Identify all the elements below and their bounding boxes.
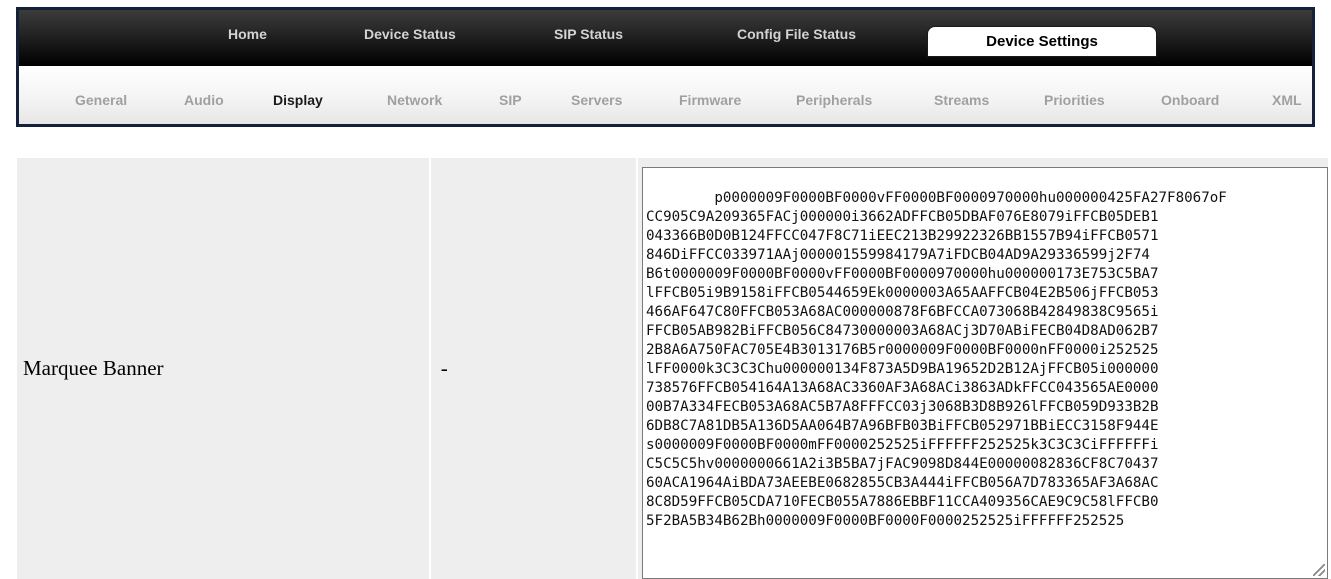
resize-grip-icon[interactable] <box>1313 563 1325 576</box>
tab-sip-status[interactable]: SIP Status <box>554 26 623 42</box>
settings-table: Marquee Banner - p0000009F0000BF0000vFF0… <box>17 158 1328 579</box>
subtab-servers[interactable]: Servers <box>571 92 622 108</box>
subtab-network[interactable]: Network <box>387 92 442 108</box>
table-row: Marquee Banner - p0000009F0000BF0000vFF0… <box>17 158 1328 579</box>
tab-config-file-status[interactable]: Config File Status <box>737 26 856 42</box>
subtab-xml[interactable]: XML <box>1272 92 1302 108</box>
subtab-sip[interactable]: SIP <box>499 92 522 108</box>
subtab-display[interactable]: Display <box>273 92 323 108</box>
subtab-firmware[interactable]: Firmware <box>679 92 741 108</box>
setting-default-value: - <box>430 158 638 579</box>
tab-home[interactable]: Home <box>228 26 267 42</box>
setting-name: Marquee Banner <box>17 158 431 579</box>
subtab-audio[interactable]: Audio <box>184 92 224 108</box>
subtab-general[interactable]: General <box>75 92 127 108</box>
marquee-banner-textarea[interactable]: p0000009F0000BF0000vFF0000BF0000970000hu… <box>642 166 1328 579</box>
tab-device-status[interactable]: Device Status <box>364 26 456 42</box>
tab-device-settings[interactable]: Device Settings <box>927 26 1157 57</box>
subtab-onboard[interactable]: Onboard <box>1161 92 1219 108</box>
marquee-banner-value: p0000009F0000BF0000vFF0000BF0000970000hu… <box>646 189 1227 529</box>
subtab-streams[interactable]: Streams <box>934 92 989 108</box>
subtab-priorities[interactable]: Priorities <box>1044 92 1105 108</box>
settings-sub-navigation: General Audio Display Network SIP Server… <box>16 66 1315 127</box>
setting-value-cell: p0000009F0000BF0000vFF0000BF0000970000hu… <box>638 158 1328 579</box>
top-navigation-bar: Home Device Status SIP Status Config Fil… <box>16 7 1315 66</box>
subtab-peripherals[interactable]: Peripherals <box>796 92 872 108</box>
